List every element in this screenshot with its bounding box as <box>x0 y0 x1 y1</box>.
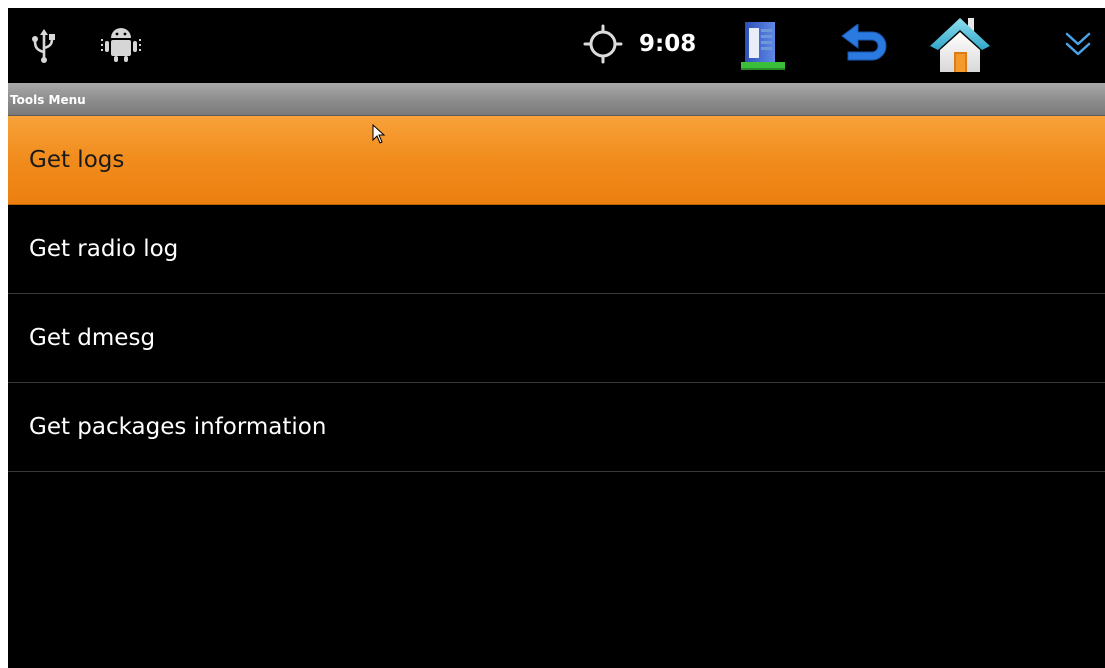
menu-item-get-dmesg[interactable]: Get dmesg <box>8 294 1105 383</box>
usb-icon <box>32 29 55 63</box>
android-screen: 9:08 Tools Menu Get logs Get radio log G… <box>8 8 1105 668</box>
recent-apps-icon[interactable] <box>739 20 789 72</box>
tools-menu-list: Get logs Get radio log Get dmesg Get pac… <box>8 116 1105 472</box>
gps-icon <box>583 24 623 64</box>
menu-item-get-logs[interactable]: Get logs <box>8 116 1105 205</box>
home-icon[interactable] <box>928 12 992 76</box>
menu-item-label: Get dmesg <box>29 325 156 351</box>
title-bar: Tools Menu <box>8 83 1105 116</box>
menu-item-label: Get packages information <box>29 414 327 440</box>
menu-item-get-radio-log[interactable]: Get radio log <box>8 205 1105 294</box>
status-clock: 9:08 <box>639 31 697 57</box>
mouse-pointer-icon <box>372 124 386 144</box>
page-title: Tools Menu <box>10 93 86 107</box>
back-icon[interactable] <box>838 24 894 68</box>
status-bar: 9:08 <box>8 8 1105 83</box>
menu-item-label: Get radio log <box>29 236 179 262</box>
chevron-double-down-icon[interactable] <box>1064 30 1092 60</box>
android-debug-icon <box>101 28 141 62</box>
menu-item-label: Get logs <box>29 147 125 173</box>
menu-item-get-packages-information[interactable]: Get packages information <box>8 383 1105 472</box>
